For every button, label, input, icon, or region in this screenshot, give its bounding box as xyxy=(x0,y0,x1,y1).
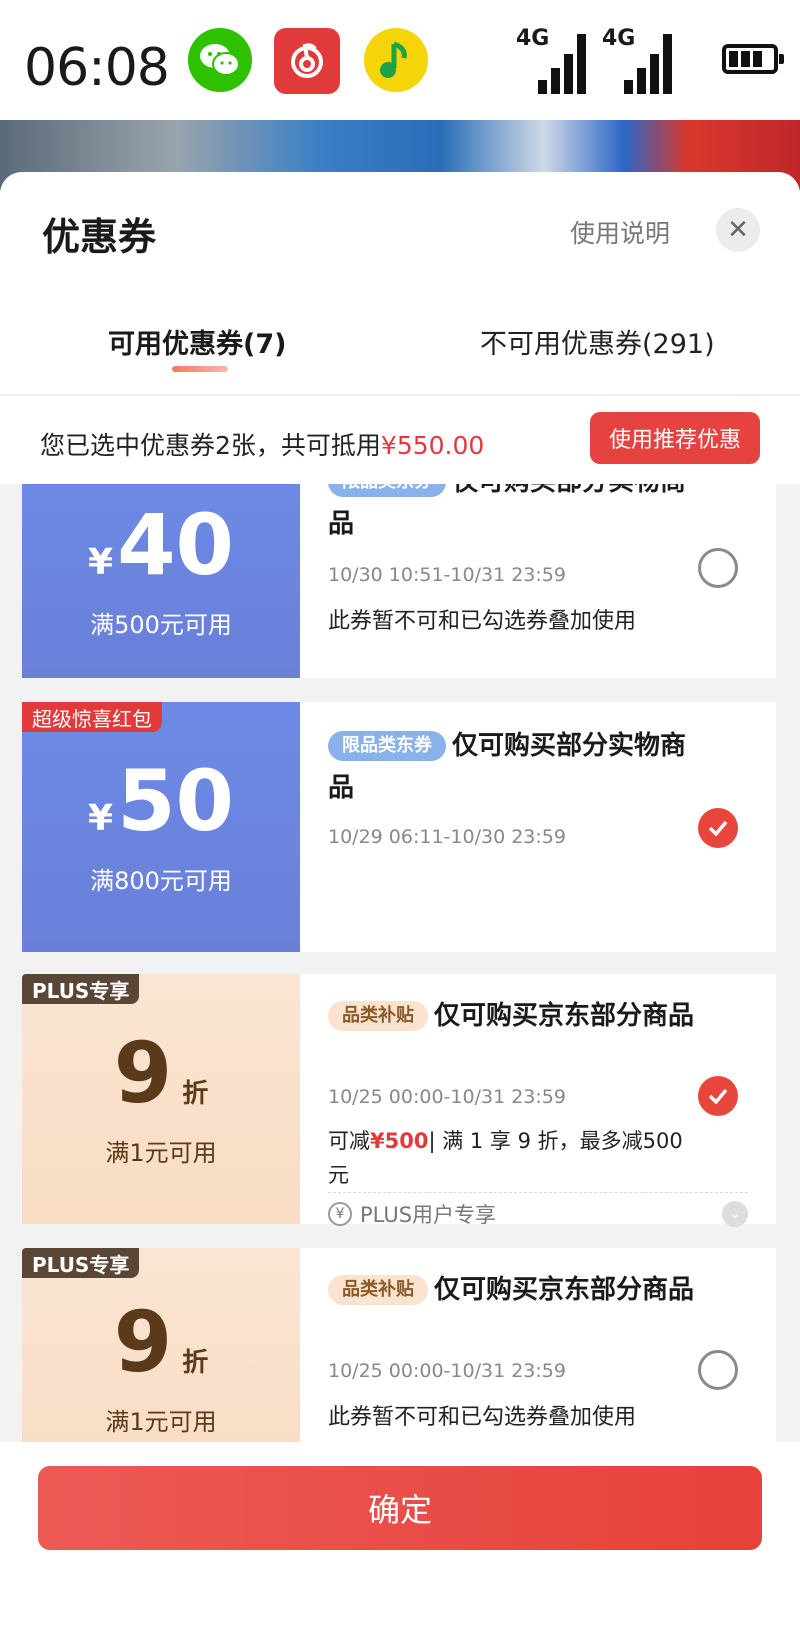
coupon-value: 40 xyxy=(117,495,234,594)
coupon-sheet: 优惠券 使用说明 ✕ 可用优惠券(7) 不可用优惠券(291) 您已选中优惠券2… xyxy=(0,172,800,1646)
battery-icon xyxy=(722,44,784,74)
coupon-selected-check[interactable] xyxy=(698,1076,738,1116)
coupon-selected-check[interactable] xyxy=(698,808,738,848)
coupon-chip: 品类补贴 xyxy=(328,1000,428,1031)
coupon-card[interactable]: PLUS专享 9折 满1元可用 品类补贴 仅可购买京东部分商品 10/25 00:… xyxy=(18,974,776,1227)
coupon-date: 10/25 00:00-10/31 23:59 xyxy=(328,1086,566,1108)
coupon-title: 品类补贴 仅可购买京东部分商品 xyxy=(328,1268,758,1311)
tab-unavailable-coupons[interactable]: 不可用优惠券(291) xyxy=(480,322,715,361)
coupon-list[interactable]: ¥40 满500元可用 限品类东券仅可购买部分实物商品 10/30 10:51-… xyxy=(0,484,800,1484)
sheet-title: 优惠券 xyxy=(42,215,157,259)
yen-circle-icon: ¥ xyxy=(328,1202,352,1226)
coupon-title: 限品类东券仅可购买部分实物商品 xyxy=(328,484,708,545)
coupon-title: 限品类东券仅可购买部分实物商品 xyxy=(328,730,687,803)
coupon-date: 10/25 00:00-10/31 23:59 xyxy=(328,1360,566,1382)
discount-amount: ¥550.00 xyxy=(380,431,485,460)
coupon-chip: 限品类东券 xyxy=(328,730,446,761)
coupon-value: 9 xyxy=(113,1292,173,1391)
close-button[interactable]: ✕ xyxy=(716,208,760,252)
footer-bar: 确定 xyxy=(0,1442,800,1646)
divider xyxy=(0,394,800,396)
use-recommended-button[interactable]: 使用推荐优惠 xyxy=(590,412,760,464)
coupon-date: 10/29 06:11-10/30 23:59 xyxy=(328,826,566,848)
coupon-chip: 品类补贴 xyxy=(328,1274,428,1305)
coupon-title: 品类补贴 仅可购买京东部分商品 xyxy=(328,994,758,1037)
tab-available-coupons[interactable]: 可用优惠券(7) xyxy=(108,322,286,361)
coupon-value-panel: ¥40 满500元可用 xyxy=(18,484,300,678)
clock: 06:08 xyxy=(24,38,170,98)
selection-summary: 您已选中优惠券2张，共可抵用¥550.00 xyxy=(40,431,485,460)
close-icon: ✕ xyxy=(727,215,749,245)
coupon-date: 10/30 10:51-10/31 23:59 xyxy=(328,564,566,586)
confirm-button[interactable]: 确定 xyxy=(38,1466,762,1550)
netease-music-icon xyxy=(274,28,340,94)
coupon-condition: 满1元可用 xyxy=(105,1407,217,1436)
coupon-corner-tag: 超级惊喜红包 xyxy=(22,702,162,732)
coupon-note: 此券暂不可和已勾选券叠加使用 xyxy=(328,609,637,634)
signal-4g-icon: 4G xyxy=(602,26,672,94)
coupon-note: 可减¥500| 满 1 享 9 折，最多减500元 xyxy=(328,1129,683,1187)
coupon-condition: 满1元可用 xyxy=(105,1138,217,1167)
coupon-chip: 限品类东券 xyxy=(328,484,446,497)
plus-exclusive-row[interactable]: ¥ PLUS用户专享 ⌄ xyxy=(328,1192,748,1229)
chevron-down-icon[interactable]: ⌄ xyxy=(722,1201,748,1227)
coupon-value: 9 xyxy=(113,1023,173,1122)
coupon-select-radio[interactable] xyxy=(698,548,738,588)
coupon-condition: 满500元可用 xyxy=(90,610,232,639)
coupon-select-radio[interactable] xyxy=(698,1350,738,1390)
status-bar: 06:08 4G 4G xyxy=(0,0,800,120)
wechat-icon xyxy=(188,28,252,92)
usage-instructions-link[interactable]: 使用说明 xyxy=(570,214,670,250)
coupon-value: 50 xyxy=(117,751,234,850)
coupon-card[interactable]: 超级惊喜红包 ¥50 满800元可用 限品类东券 仅可购买部分实物商品 10/29… xyxy=(18,702,776,952)
qq-music-icon xyxy=(364,28,428,92)
coupon-value-panel: PLUS专享 9折 满1元可用 xyxy=(18,974,300,1224)
active-tab-indicator xyxy=(172,366,228,372)
coupon-note: 此券暂不可和已勾选券叠加使用 xyxy=(328,1405,637,1430)
coupon-condition: 满800元可用 xyxy=(90,866,232,895)
coupon-value-panel: 超级惊喜红包 ¥50 满800元可用 xyxy=(18,702,300,952)
coupon-corner-tag: PLUS专享 xyxy=(22,1248,140,1278)
signal-4g-icon: 4G xyxy=(516,26,586,94)
coupon-card[interactable]: ¥40 满500元可用 限品类东券仅可购买部分实物商品 10/30 10:51-… xyxy=(18,484,776,678)
coupon-corner-tag: PLUS专享 xyxy=(22,974,140,1004)
